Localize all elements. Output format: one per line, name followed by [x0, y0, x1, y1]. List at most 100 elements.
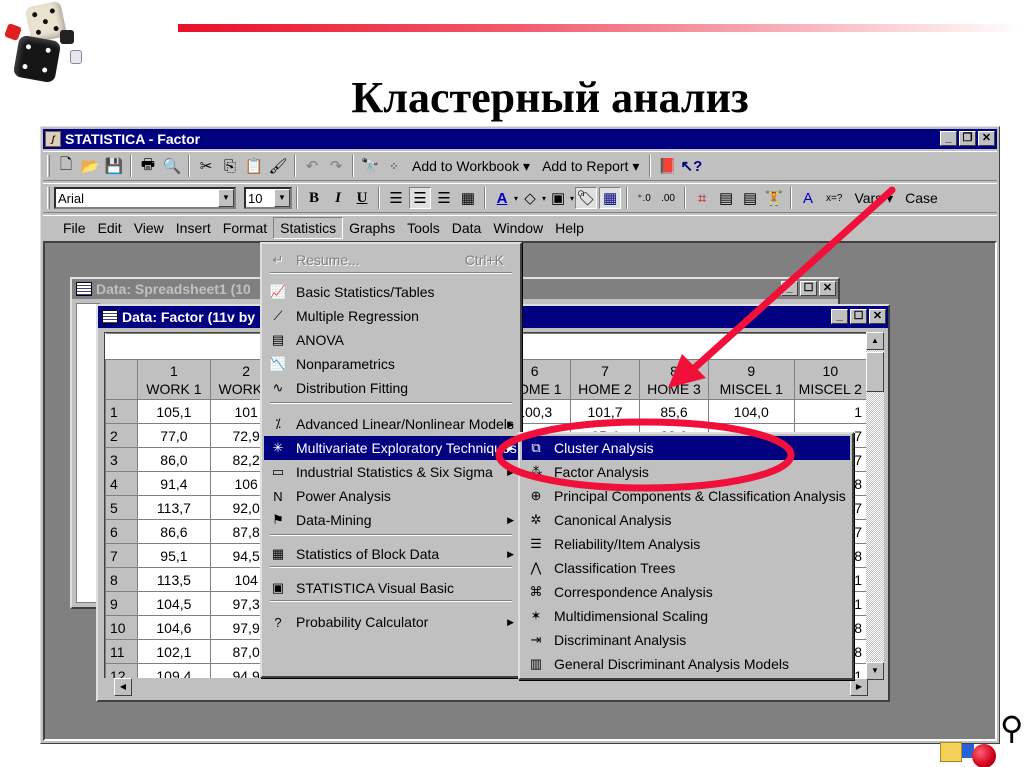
column-header[interactable]: 7 HOME 2 — [570, 359, 641, 400]
table-cell[interactable]: 104,6 — [137, 615, 211, 640]
bold-button[interactable]: B — [303, 187, 325, 209]
minimize-button[interactable]: _ — [781, 281, 798, 296]
add-to-report-button[interactable]: Add to Report ▾ — [536, 158, 645, 175]
menu-item-factor-analysis[interactable]: ⁂ Factor Analysis — [522, 460, 850, 484]
toolbar-grip[interactable] — [47, 187, 50, 209]
close-button[interactable]: ✕ — [819, 281, 836, 296]
borders-icon[interactable]: ▣ — [547, 187, 569, 209]
toolbar-grip[interactable] — [47, 155, 50, 177]
table-cell[interactable]: 95,1 — [137, 543, 211, 568]
table-cell[interactable]: 1 — [793, 399, 867, 424]
menu-insert[interactable]: Insert — [170, 218, 217, 238]
scroll-left-button[interactable]: ◀ — [114, 678, 132, 696]
chevron-down-icon[interactable]: ▼ — [274, 189, 290, 207]
menu-item-general-discriminant-analysis-models[interactable]: ▥ General Discriminant Analysis Models — [522, 652, 850, 676]
table-cell[interactable]: 104,5 — [137, 591, 211, 616]
table-cell[interactable]: 102,1 — [137, 639, 211, 664]
menu-format[interactable]: Format — [217, 218, 273, 238]
menu-item-multivariate-exploratory-techniques[interactable]: ✳ Multivariate Exploratory Techniques ▶ — [264, 436, 518, 460]
menu-item-basic-statistics-tables[interactable]: 📈 Basic Statistics/Tables — [264, 280, 518, 304]
goto-case-icon[interactable]: ⁘ — [383, 155, 405, 177]
menu-help[interactable]: Help — [549, 218, 590, 238]
row-header[interactable]: 1 — [105, 399, 139, 424]
row-header[interactable]: 7 — [105, 543, 139, 568]
menu-tools[interactable]: Tools — [401, 218, 446, 238]
corner-cell[interactable] — [105, 359, 139, 400]
menu-item-principal-components-classification-analysis[interactable]: ⊕ Principal Components & Classification A… — [522, 484, 850, 508]
column-header[interactable]: 10 MISCEL 2 — [793, 359, 867, 400]
column-header[interactable]: 9 MISCEL 1 — [708, 359, 795, 400]
menu-item-distribution-fitting[interactable]: ∿ Distribution Fitting — [264, 376, 518, 400]
italic-button[interactable]: I — [327, 187, 349, 209]
save-icon[interactable]: 💾 — [103, 155, 125, 177]
gridlines-icon[interactable]: ▦ — [599, 187, 622, 209]
menu-item-statistics-of-block-data[interactable]: ▦ Statistics of Block Data ▶ — [264, 542, 518, 566]
menu-item-correspondence-analysis[interactable]: ⌘ Correspondence Analysis — [522, 580, 850, 604]
table-cell[interactable]: 113,5 — [137, 567, 211, 592]
find-icon[interactable]: 🔭 — [359, 155, 381, 177]
table-cell[interactable]: 91,4 — [137, 471, 211, 496]
menu-item-nonparametrics[interactable]: 📉 Nonparametrics — [264, 352, 518, 376]
row-header[interactable]: 5 — [105, 495, 139, 520]
table-cell[interactable]: 101,7 — [570, 399, 641, 424]
fill-color-icon[interactable]: ◇ — [519, 187, 541, 209]
xeq-button[interactable]: x=? — [820, 193, 848, 204]
cut-icon[interactable]: ✂ — [195, 155, 217, 177]
chevron-down-icon[interactable]: ▼ — [218, 189, 234, 207]
column-header[interactable]: 1 WORK 1 — [137, 359, 211, 400]
add-to-workbook-button[interactable]: Add to Workbook ▾ — [406, 158, 536, 175]
menu-item-reliability-item-analysis[interactable]: ☰ Reliability/Item Analysis — [522, 532, 850, 556]
format-painter-icon[interactable]: 🖌 — [267, 155, 289, 177]
table-cell[interactable]: 86,0 — [137, 447, 211, 472]
cell-format-icon[interactable]: ▦ — [457, 187, 479, 209]
menu-item-multiple-regression[interactable]: ⟋ Multiple Regression — [264, 304, 518, 328]
menu-view[interactable]: View — [128, 218, 170, 238]
align-right-icon[interactable]: ☰ — [433, 187, 455, 209]
menu-item-multidimensional-scaling[interactable]: ✶ Multidimensional Scaling — [522, 604, 850, 628]
help-book-icon[interactable]: 📕 — [656, 155, 678, 177]
row-header[interactable]: 3 — [105, 447, 139, 472]
variable-specs-icon[interactable]: ⌗ — [691, 187, 713, 209]
text-labels-icon[interactable]: A — [797, 187, 819, 209]
scroll-down-button[interactable]: ▼ — [866, 662, 884, 680]
row-header[interactable]: 4 — [105, 471, 139, 496]
row-header[interactable]: 9 — [105, 591, 139, 616]
row-header[interactable]: 10 — [105, 615, 139, 640]
menu-statistics[interactable]: Statistics — [273, 216, 344, 239]
table-cell[interactable]: 77,0 — [137, 423, 211, 448]
maximize-button[interactable]: ☐ — [850, 309, 867, 324]
table-cell[interactable]: 113,7 — [137, 495, 211, 520]
print-icon[interactable]: 🖶 — [137, 155, 159, 177]
scroll-up-button[interactable]: ▲ — [866, 332, 884, 350]
minimize-button[interactable]: _ — [940, 131, 957, 146]
menu-item-advanced-linear-nonlinear-models[interactable]: ⁒ Advanced Linear/Nonlinear Models ▶ — [264, 412, 518, 436]
align-center-icon[interactable]: ☰ — [409, 187, 431, 209]
table-cell[interactable]: 104,0 — [708, 399, 795, 424]
menu-item-power-analysis[interactable]: N Power Analysis — [264, 484, 518, 508]
copy-icon[interactable]: ⎘ — [219, 155, 241, 177]
add-cases-icon[interactable]: ▤ — [739, 187, 761, 209]
cases-dropdown[interactable]: Case — [899, 190, 944, 206]
menu-item-discriminant-analysis[interactable]: ⇥ Discriminant Analysis — [522, 628, 850, 652]
menu-item-anova[interactable]: ▤ ANOVA — [264, 328, 518, 352]
paste-icon[interactable]: 📋 — [243, 155, 265, 177]
vars-dropdown[interactable]: Vars ▾ — [848, 190, 899, 207]
font-size-select[interactable]: 10 ▼ — [244, 187, 292, 209]
close-button[interactable]: ✕ — [978, 131, 995, 146]
print-preview-icon[interactable]: 🔍 — [161, 155, 183, 177]
column-header[interactable]: 8 HOME 3 — [639, 359, 709, 400]
maximize-button[interactable]: ☐ — [800, 281, 817, 296]
context-help-icon[interactable]: ↖? — [680, 155, 703, 177]
menu-item-classification-trees[interactable]: ⋀ Classification Trees — [522, 556, 850, 580]
underline-button[interactable]: U — [351, 187, 373, 209]
row-header[interactable]: 6 — [105, 519, 139, 544]
weight-icon[interactable]: 🏋 — [763, 187, 785, 209]
row-header[interactable]: 11 — [105, 639, 139, 664]
menu-item-industrial-statistics-six-sigma[interactable]: ▭ Industrial Statistics & Six Sigma ▶ — [264, 460, 518, 484]
restore-button[interactable]: ❐ — [959, 131, 976, 146]
menu-edit[interactable]: Edit — [92, 218, 128, 238]
vertical-scrollbar[interactable]: ▲ ▼ — [866, 332, 884, 680]
scroll-thumb[interactable] — [866, 352, 884, 392]
menu-graphs[interactable]: Graphs — [343, 218, 401, 238]
add-vars-icon[interactable]: ▤ — [715, 187, 737, 209]
